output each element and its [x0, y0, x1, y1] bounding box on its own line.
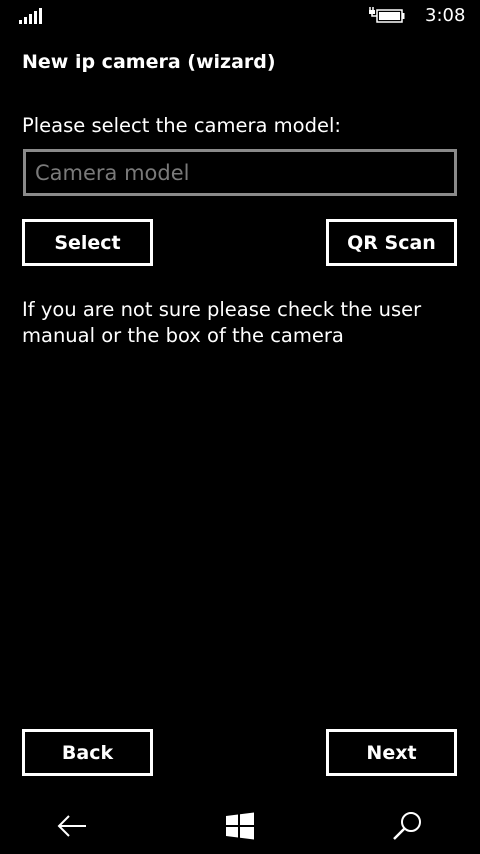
navigation-bar — [0, 794, 480, 854]
hint-text: If you are not sure please check the use… — [22, 298, 422, 347]
back-arrow-icon[interactable] — [54, 808, 90, 844]
battery-charging-icon — [369, 7, 405, 23]
select-button[interactable]: Select — [22, 219, 153, 266]
qr-scan-button[interactable]: QR Scan — [326, 219, 457, 266]
camera-model-input[interactable] — [23, 149, 457, 196]
status-bar: 3:08 — [0, 0, 480, 32]
page-title: New ip camera (wizard) — [22, 51, 276, 73]
next-button[interactable]: Next — [326, 729, 457, 776]
status-clock: 3:08 — [425, 5, 466, 26]
camera-model-label: Please select the camera model: — [22, 114, 341, 137]
search-icon[interactable] — [390, 808, 426, 844]
windows-logo-icon[interactable] — [222, 808, 258, 844]
signal-bars-icon — [19, 8, 42, 24]
back-button[interactable]: Back — [22, 729, 153, 776]
